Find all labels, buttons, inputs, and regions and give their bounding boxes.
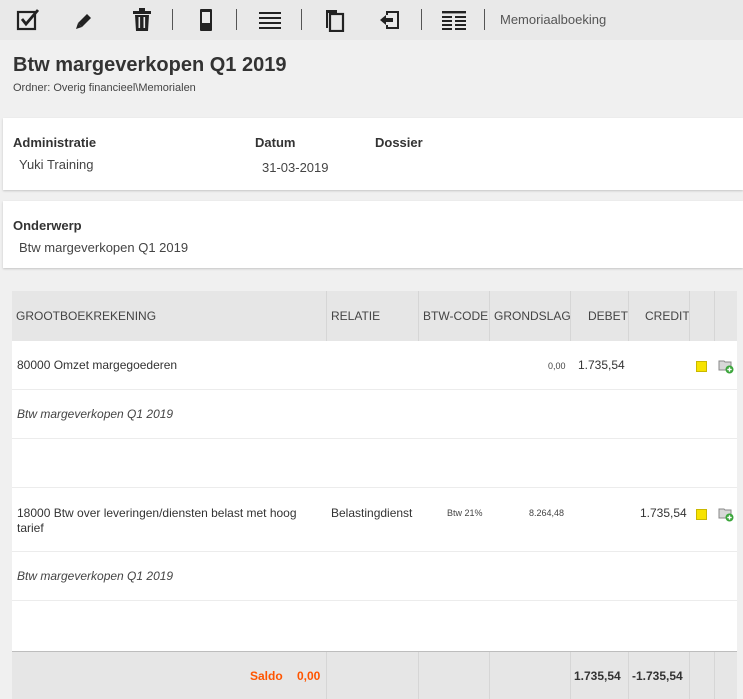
- return-icon: [380, 11, 399, 29]
- column-divider: [326, 652, 327, 699]
- column-divider: [714, 652, 715, 699]
- add-document-icon[interactable]: [718, 506, 734, 522]
- mobile-button[interactable]: [192, 6, 220, 34]
- column-header-relatie[interactable]: RELATIE: [331, 309, 380, 323]
- column-header-credit[interactable]: CREDIT: [645, 309, 690, 323]
- table-footer: Saldo 0,00 1.735,54 -1.735,54: [12, 651, 737, 699]
- column-divider: [489, 291, 490, 341]
- copy-button[interactable]: [320, 6, 348, 34]
- saldo-value: 0,00: [297, 669, 321, 683]
- row-description[interactable]: Btw margeverkopen Q1 2019: [17, 407, 173, 421]
- trash-icon: [133, 8, 151, 31]
- toolbar-separator: [484, 9, 485, 30]
- onderwerp-label: Onderwerp: [13, 218, 82, 233]
- approve-button[interactable]: [14, 6, 42, 34]
- saldo-label: Saldo: [250, 669, 283, 683]
- column-divider: [689, 652, 690, 699]
- row-credit[interactable]: 1.735,54: [640, 506, 687, 520]
- toolbar-separator: [172, 9, 173, 30]
- column-divider: [689, 291, 690, 341]
- row-divider: [12, 438, 737, 439]
- row-debit[interactable]: 1.735,54: [578, 358, 625, 372]
- toolbar-separator: [421, 9, 422, 30]
- delete-button[interactable]: [128, 6, 156, 34]
- credit-total: -1.735,54: [632, 669, 683, 683]
- administratie-value[interactable]: Yuki Training: [19, 157, 93, 172]
- onderwerp-value[interactable]: Btw margeverkopen Q1 2019: [19, 240, 188, 255]
- column-header-btw-code[interactable]: BTW-CODE: [423, 309, 488, 323]
- lines-icon: [259, 12, 281, 29]
- row-divider: [12, 551, 737, 552]
- details-card: Administratie Yuki Training Datum 31-03-…: [3, 118, 743, 190]
- folder-path: Ordner: Overig financieel\Memorialen: [13, 82, 196, 94]
- column-divider: [489, 652, 490, 699]
- row-description[interactable]: Btw margeverkopen Q1 2019: [17, 569, 173, 583]
- checkbox-check-icon: [16, 9, 40, 31]
- pencil-icon: [76, 14, 91, 29]
- add-document-icon[interactable]: [718, 358, 734, 374]
- reverse-button[interactable]: [376, 6, 404, 34]
- status-square[interactable]: [696, 361, 707, 372]
- edit-button[interactable]: [71, 6, 99, 34]
- toolbar-label: Memoriaalboeking: [500, 12, 607, 27]
- column-divider: [628, 652, 629, 699]
- column-divider: [714, 291, 715, 341]
- toolbar-separator: [236, 9, 237, 30]
- row-vat-code[interactable]: Btw 21%: [447, 508, 483, 518]
- column-header-grondslag[interactable]: GRONDSLAG: [494, 309, 571, 323]
- column-header-debet[interactable]: DEBET: [588, 309, 628, 323]
- row-divider: [12, 389, 737, 390]
- column-divider: [418, 652, 419, 699]
- phone-icon: [200, 9, 212, 31]
- row-account[interactable]: 18000 Btw over leveringen/diensten belas…: [17, 506, 317, 536]
- row-divider: [12, 487, 737, 488]
- toolbar: Memoriaalboeking: [0, 0, 743, 40]
- view-button[interactable]: [440, 6, 468, 34]
- column-divider: [418, 291, 419, 341]
- journal-table: GROOTBOEKREKENING RELATIE BTW-CODE GROND…: [12, 291, 737, 699]
- row-basis: 0,00: [548, 361, 566, 371]
- column-divider: [570, 291, 571, 341]
- administratie-label: Administratie: [13, 135, 97, 150]
- dossier-label: Dossier: [375, 135, 423, 150]
- datum-label: Datum: [255, 135, 296, 150]
- list-view-icon: [442, 11, 466, 30]
- toolbar-separator: [301, 9, 302, 30]
- row-relation[interactable]: Belastingdienst: [331, 506, 412, 520]
- column-header-grootboekrekening[interactable]: GROOTBOEKREKENING: [16, 309, 156, 323]
- column-divider: [628, 291, 629, 341]
- subject-card: Onderwerp Btw margeverkopen Q1 2019: [3, 201, 743, 268]
- lines-button[interactable]: [256, 6, 284, 34]
- row-account[interactable]: 80000 Omzet margegoederen: [17, 358, 177, 372]
- column-divider: [570, 652, 571, 699]
- page-title: Btw margeverkopen Q1 2019: [13, 54, 287, 76]
- row-divider: [12, 600, 737, 601]
- debit-total: 1.735,54: [574, 669, 621, 683]
- status-square[interactable]: [696, 509, 707, 520]
- datum-value[interactable]: 31-03-2019: [262, 160, 329, 175]
- column-divider: [326, 291, 327, 341]
- copy-icon: [326, 10, 345, 32]
- row-basis: 8.264,48: [529, 508, 565, 518]
